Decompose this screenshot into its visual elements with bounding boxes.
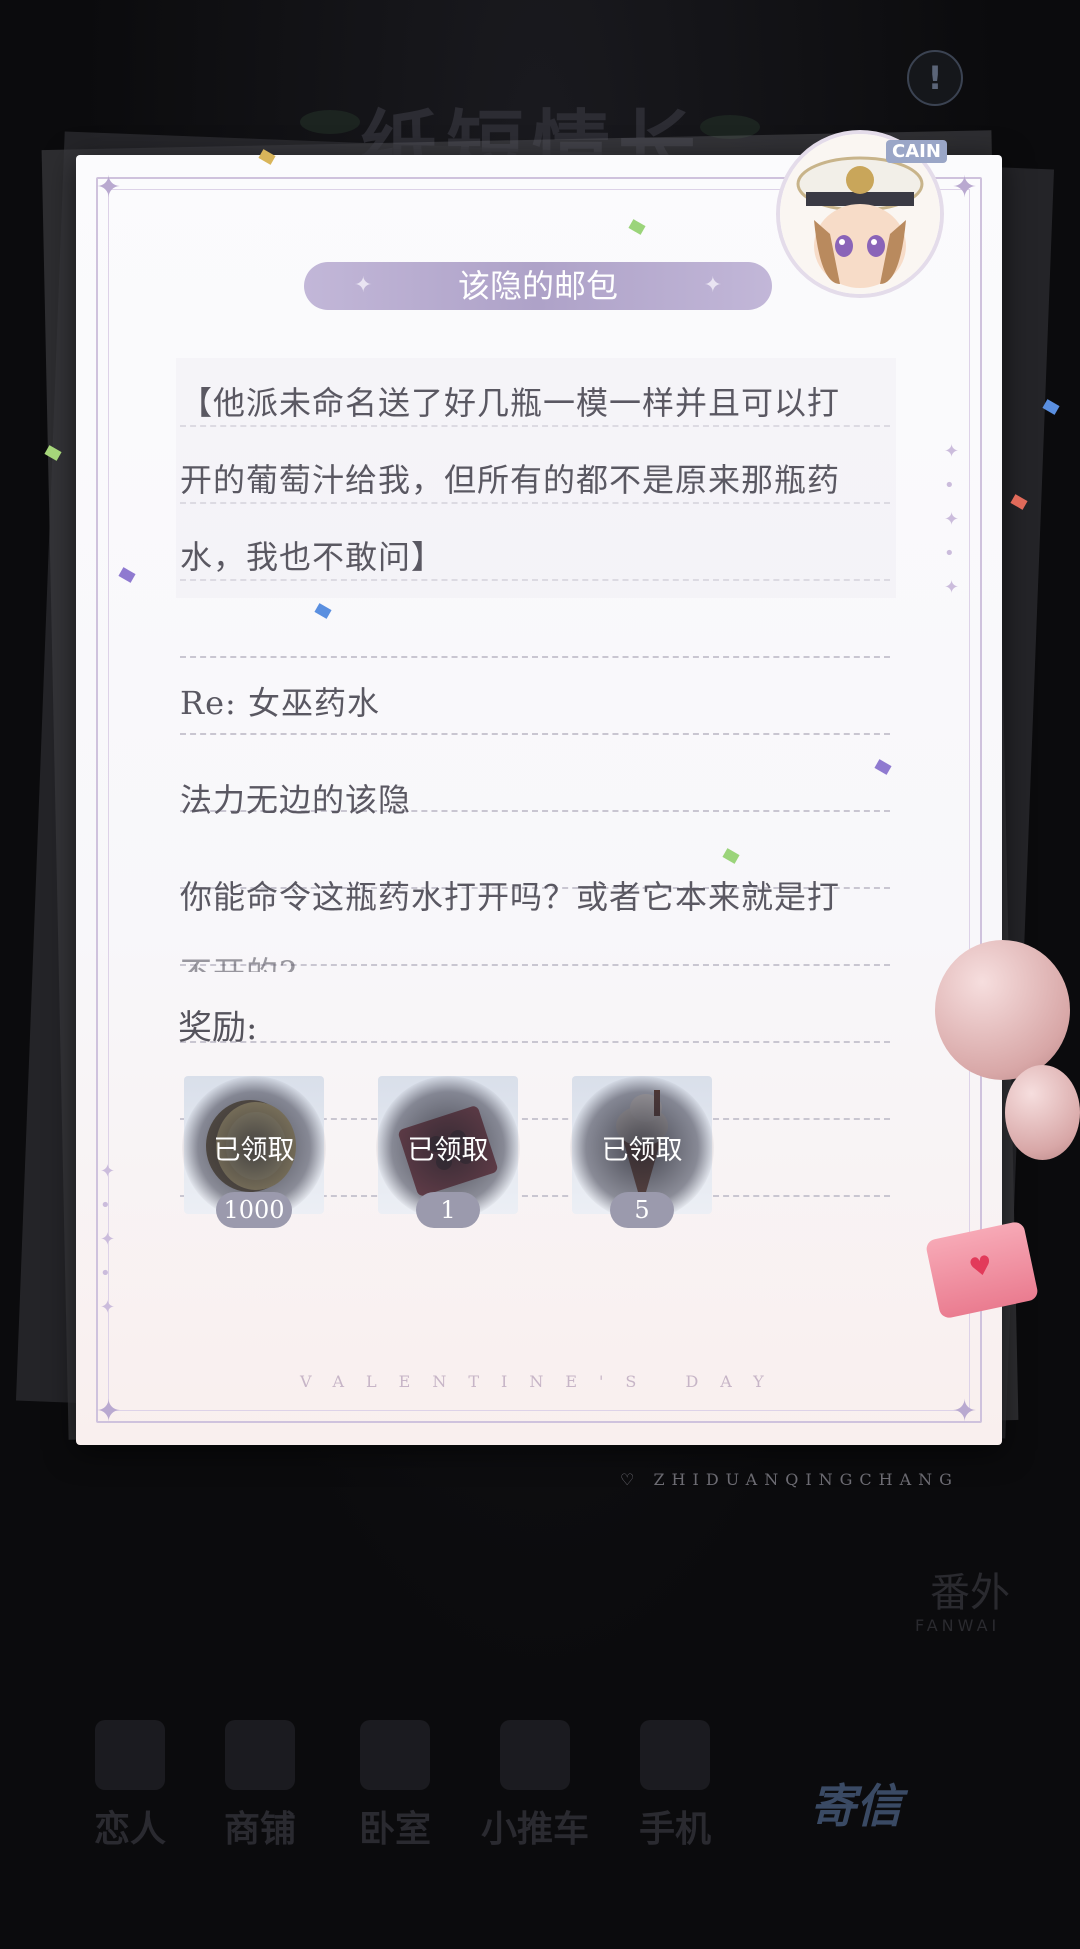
ruled-line <box>180 1041 890 1043</box>
side-star-decoration: ✦ • ✦ • ✦ <box>944 441 960 598</box>
message-line: 【他派未命名送了好几瓶一模一样并且可以打 <box>180 384 841 422</box>
valentine-footer: VALENTINE'S DAY <box>300 1372 786 1391</box>
cart-icon <box>500 1720 570 1790</box>
reward-quantity: 5 <box>610 1192 674 1228</box>
heart-icon: ♥ <box>966 1250 996 1285</box>
nav-phone: 手机 <box>638 1809 711 1850</box>
reply-subject: Re: 女巫药水 <box>180 684 380 722</box>
balloon-decoration <box>935 940 1070 1080</box>
corner-star-icon: ✦ <box>96 1394 122 1429</box>
info-alert-button[interactable]: ! <box>907 50 963 106</box>
nav-lover: 恋人 <box>93 1809 166 1850</box>
ruled-line <box>180 733 890 735</box>
bedroom-icon <box>360 1720 430 1790</box>
reply-body: 你能命令这瓶药水打开吗？或者它本来就是打 <box>180 878 841 916</box>
sparkle-icon: ✦ <box>703 273 722 298</box>
brand-footer: ♡ ZHIDUANQINGCHANG <box>620 1470 959 1489</box>
lover-icon <box>95 1720 165 1790</box>
reward-quantity: 1 <box>416 1192 480 1228</box>
balloon-decoration <box>1005 1065 1080 1160</box>
claimed-status: 已领取 <box>601 1135 683 1166</box>
reply-salutation: 法力无边的该隐 <box>180 781 412 819</box>
reward-quantity: 1000 <box>216 1192 292 1228</box>
avatar-name-tag: CAIN <box>886 140 947 163</box>
mail-title: ✦ 该隐的邮包 ✦ <box>304 262 772 310</box>
side-story-sub: FANWAI <box>915 1616 1001 1635</box>
claimed-status: 已领取 <box>407 1135 489 1166</box>
message-line: 水，我也不敢问】 <box>180 538 445 576</box>
shop-icon <box>225 1720 295 1790</box>
phone-icon <box>640 1720 710 1790</box>
reward-item[interactable]: 已领取 1000 <box>182 1076 326 1228</box>
reward-item[interactable]: 已领取 5 <box>570 1076 714 1228</box>
claimed-status: 已领取 <box>213 1135 295 1166</box>
corner-star-icon: ✦ <box>96 170 122 205</box>
reward-label: 奖励: <box>178 1008 258 1048</box>
side-story-label: 番外 <box>930 1570 1010 1616</box>
sparkle-icon: ✦ <box>354 273 373 298</box>
message-line: 开的葡萄汁给我，但所有的都不是原来那瓶药 <box>180 461 841 499</box>
reply-body-cutoff: 不开的? <box>180 948 297 972</box>
nav-shop: 商铺 <box>223 1809 296 1850</box>
leaf-decoration <box>300 110 360 134</box>
corner-star-icon: ✦ <box>952 1394 978 1429</box>
send-letter-button: 寄信 <box>810 1779 902 1833</box>
reward-item[interactable]: 已领取 1 <box>376 1076 520 1228</box>
corner-star-icon: ✦ <box>952 170 978 205</box>
nav-cart: 小推车 <box>480 1809 589 1850</box>
side-star-decoration: ✦ • ✦ • ✦ <box>100 1161 116 1318</box>
nav-bedroom: 卧室 <box>358 1809 431 1850</box>
ruled-line <box>180 656 890 658</box>
